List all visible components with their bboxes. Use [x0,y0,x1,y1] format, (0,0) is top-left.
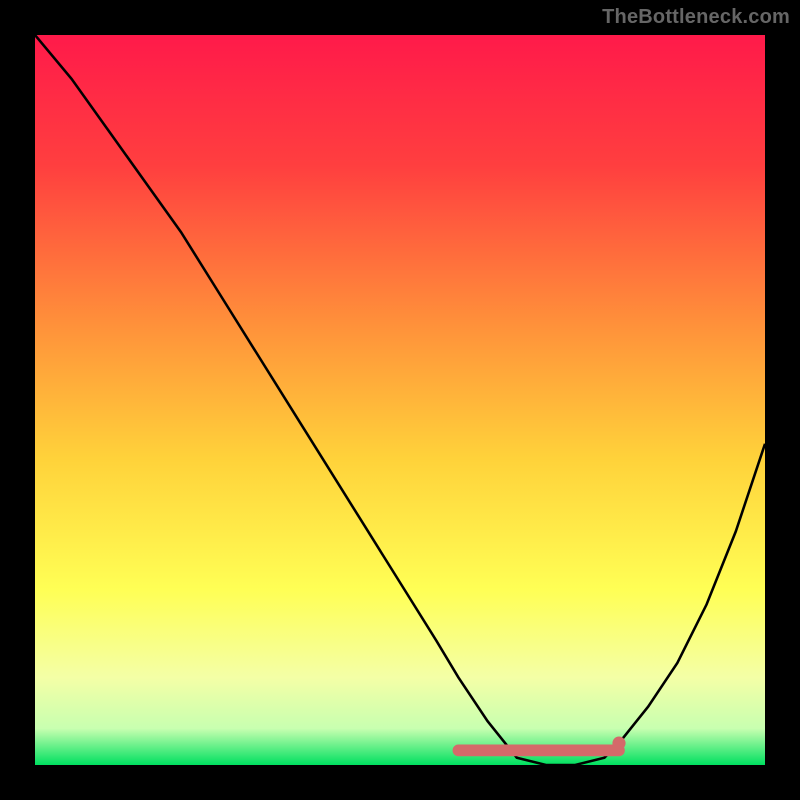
attribution-label: TheBottleneck.com [602,6,790,29]
bottleneck-chart [35,35,765,765]
chart-frame: TheBottleneck.com [0,0,800,800]
optimal-dot [612,737,625,750]
chart-background [35,35,765,765]
